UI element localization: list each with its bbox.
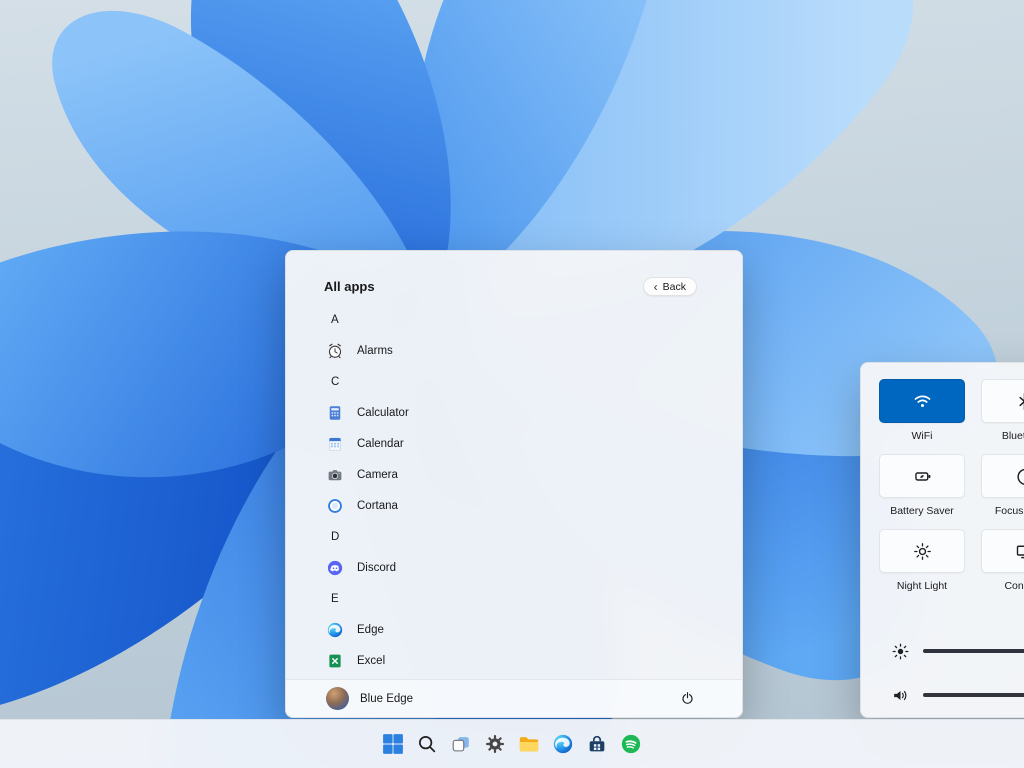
- windows-start-icon: [382, 733, 404, 755]
- app-item-calculator[interactable]: Calculator: [324, 397, 742, 428]
- user-name: Blue Edge: [360, 693, 413, 705]
- task-view-button[interactable]: [448, 724, 474, 764]
- app-item-excel[interactable]: Excel: [324, 645, 742, 676]
- app-item-label: Edge: [357, 624, 384, 636]
- app-item-calendar[interactable]: Calendar: [324, 428, 742, 459]
- brightness-slider-row: [891, 642, 1024, 660]
- volume-slider[interactable]: [923, 693, 1024, 697]
- alarms-icon: [326, 342, 344, 360]
- quick-setting-night-light: Night Light: [879, 529, 965, 592]
- cortana-icon: [326, 497, 344, 515]
- discord-icon: [326, 559, 344, 577]
- calendar-icon: [326, 435, 344, 453]
- bluetooth-tile[interactable]: [981, 379, 1024, 423]
- focus-assist-icon: [1014, 466, 1024, 487]
- app-item-label: Discord: [357, 562, 396, 574]
- desktop: All apps ‹ Back A Alarms C Calculator: [0, 0, 1024, 768]
- tile-label: Connect: [981, 580, 1024, 592]
- start-menu-all-apps-panel: All apps ‹ Back A Alarms C Calculator: [285, 250, 743, 718]
- app-item-edge[interactable]: Edge: [324, 614, 742, 645]
- edge-button[interactable]: [550, 724, 576, 764]
- user-profile-button[interactable]: Blue Edge: [326, 687, 413, 710]
- spotify-button[interactable]: [618, 724, 644, 764]
- app-item-label: Cortana: [357, 500, 398, 512]
- file-explorer-button[interactable]: [516, 724, 542, 764]
- app-item-cortana[interactable]: Cortana: [324, 490, 742, 521]
- app-item-label: Alarms: [357, 345, 393, 357]
- section-letter-label: D: [331, 531, 339, 543]
- app-item-camera[interactable]: Camera: [324, 459, 742, 490]
- wifi-icon: [912, 391, 933, 412]
- quick-setting-focus-assist: Focus assist: [981, 454, 1024, 517]
- night-light-tile[interactable]: [879, 529, 965, 573]
- app-section-letter-d[interactable]: D: [324, 521, 742, 552]
- brightness-icon: [891, 642, 910, 661]
- task-view-icon: [450, 733, 472, 755]
- all-apps-list: A Alarms C Calculator Calendar: [286, 298, 742, 679]
- quick-settings-panel: WiFi Bluetooth Battery Saver: [860, 362, 1024, 718]
- app-item-label: Excel: [357, 655, 385, 667]
- edge-icon: [552, 733, 574, 755]
- tile-label: Focus assist: [981, 505, 1024, 517]
- app-item-alarms[interactable]: Alarms: [324, 335, 742, 366]
- back-button[interactable]: ‹ Back: [643, 277, 697, 296]
- calculator-icon: [326, 404, 344, 422]
- app-item-label: Calendar: [357, 438, 404, 450]
- quick-settings-grid: WiFi Bluetooth Battery Saver: [879, 379, 1024, 592]
- volume-icon: [891, 686, 910, 705]
- edge-icon: [326, 621, 344, 639]
- search-icon: [416, 733, 438, 755]
- quick-setting-battery-saver: Battery Saver: [879, 454, 965, 517]
- all-apps-title: All apps: [324, 279, 375, 294]
- back-button-label: Back: [663, 281, 686, 293]
- app-section-letter-c[interactable]: C: [324, 366, 742, 397]
- app-item-discord[interactable]: Discord: [324, 552, 742, 583]
- section-letter-label: E: [331, 593, 339, 605]
- app-item-label: Camera: [357, 469, 398, 481]
- tile-label: Battery Saver: [879, 505, 965, 517]
- search-button[interactable]: [414, 724, 440, 764]
- app-section-letter-e[interactable]: E: [324, 583, 742, 614]
- section-letter-label: C: [331, 376, 339, 388]
- tile-label: Night Light: [879, 580, 965, 592]
- connect-icon: [1014, 541, 1024, 562]
- user-avatar: [326, 687, 349, 710]
- gear-icon: [484, 733, 506, 755]
- quick-setting-connect: Connect: [981, 529, 1024, 592]
- all-apps-header: All apps ‹ Back: [286, 251, 742, 298]
- quick-setting-bluetooth: Bluetooth: [981, 379, 1024, 442]
- section-letter-label: A: [331, 314, 339, 326]
- power-button[interactable]: [674, 686, 700, 712]
- bluetooth-icon: [1014, 391, 1024, 412]
- app-section-letter-a[interactable]: A: [324, 304, 742, 335]
- battery-saver-icon: [912, 466, 933, 487]
- power-icon: [679, 690, 696, 707]
- camera-icon: [326, 466, 344, 484]
- app-item-label: Calculator: [357, 407, 409, 419]
- start-button[interactable]: [380, 724, 406, 764]
- tile-label: Bluetooth: [981, 430, 1024, 442]
- quick-setting-wifi: WiFi: [879, 379, 965, 442]
- taskbar: [0, 719, 1024, 768]
- settings-button[interactable]: [482, 724, 508, 764]
- night-light-icon: [912, 541, 933, 562]
- store-button[interactable]: [584, 724, 610, 764]
- focus-assist-tile[interactable]: [981, 454, 1024, 498]
- spotify-icon: [620, 733, 642, 755]
- tile-label: WiFi: [879, 430, 965, 442]
- store-icon: [586, 733, 608, 755]
- volume-slider-row: [891, 686, 1024, 704]
- connect-tile[interactable]: [981, 529, 1024, 573]
- wifi-tile[interactable]: [879, 379, 965, 423]
- start-menu-footer: Blue Edge: [286, 679, 742, 717]
- brightness-slider[interactable]: [923, 649, 1024, 653]
- folder-icon: [518, 733, 540, 755]
- chevron-left-icon: ‹: [654, 282, 658, 292]
- excel-icon: [326, 652, 344, 670]
- battery-saver-icon-tile[interactable]: [879, 454, 965, 498]
